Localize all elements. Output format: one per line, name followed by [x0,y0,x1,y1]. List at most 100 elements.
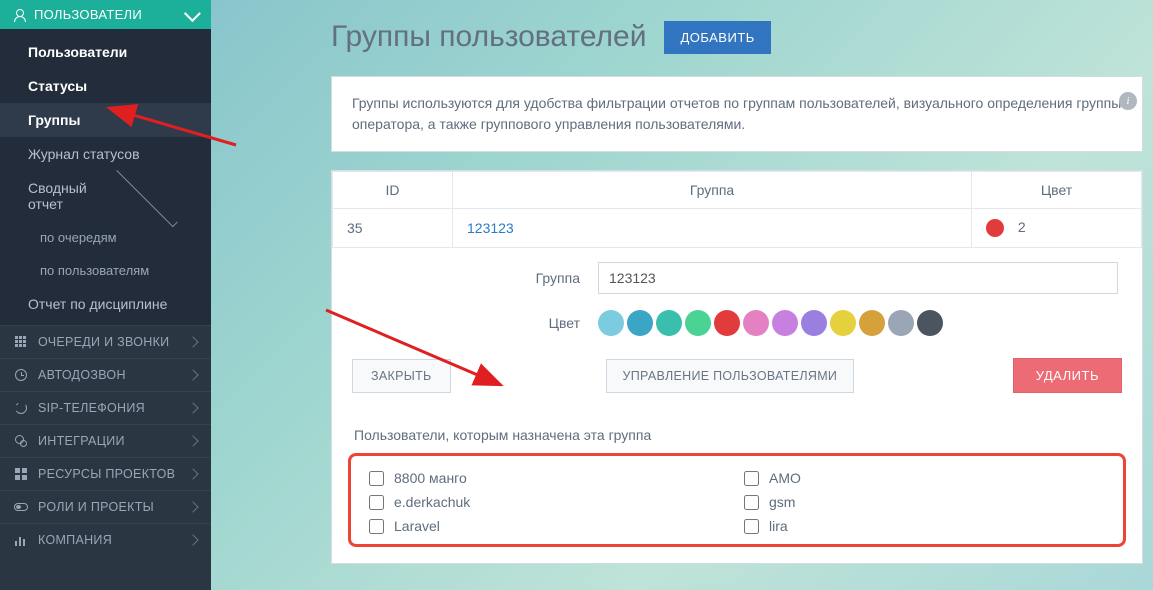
color-swatch[interactable] [801,310,827,336]
sidebar-section-queues[interactable]: ОЧЕРЕДИ И ЗВОНКИ [0,325,211,358]
sidebar-section-integrations[interactable]: ИНТЕГРАЦИИ [0,424,211,457]
sidebar-item-by-queues[interactable]: по очередям [0,221,211,254]
color-swatch[interactable] [772,310,798,336]
form-row-color: Цвет [332,302,1142,344]
sidebar: ПОЛЬЗОВАТЕЛИ Пользователи Статусы Группы… [0,0,211,590]
user-checkbox[interactable] [744,519,759,534]
color-dot [986,219,1004,237]
color-label: Цвет [352,315,580,331]
add-button[interactable]: ДОБАВИТЬ [664,21,770,54]
th-color: Цвет [972,172,1142,209]
page-header: Группы пользователей ДОБАВИТЬ [331,20,1143,54]
sidebar-top-label: ПОЛЬЗОВАТЕЛИ [34,7,177,22]
sidebar-section-label: РЕСУРСЫ ПРОЕКТОВ [38,467,179,481]
color-swatch[interactable] [656,310,682,336]
user-name: lira [769,518,788,534]
sidebar-item-status-log[interactable]: Журнал статусов [0,137,211,171]
user-checkbox[interactable] [369,519,384,534]
user-checkbox-row[interactable]: e.derkachuk [367,490,732,514]
main-content: Группы пользователей ДОБАВИТЬ i Группы и… [211,0,1153,590]
assigned-users-title: Пользователи, которым назначена эта груп… [332,411,1142,453]
sidebar-item-summary-label: Сводный отчет [28,180,107,212]
color-swatch[interactable] [598,310,624,336]
info-icon[interactable]: i [1119,92,1137,110]
group-input[interactable] [598,262,1118,294]
sidebar-section-roles[interactable]: РОЛИ И ПРОЕКТЫ [0,490,211,523]
user-checkbox[interactable] [744,495,759,510]
sidebar-section-autodial[interactable]: АВТОДОЗВОН [0,358,211,391]
user-checkbox[interactable] [369,495,384,510]
sidebar-section-label: КОМПАНИЯ [38,533,179,547]
sidebar-item-groups[interactable]: Группы [0,103,211,137]
user-checkbox-row[interactable]: 8800 манго [367,466,732,490]
user-name: gsm [769,494,795,510]
sidebar-section-company[interactable]: КОМПАНИЯ [0,523,211,556]
color-swatch[interactable] [714,310,740,336]
sidebar-item-by-users[interactable]: по пользователям [0,254,211,287]
user-name: Laravel [394,518,440,534]
chevron-right-icon [187,501,198,512]
th-group: Группа [453,172,972,209]
groups-table: ID Группа Цвет 35 123123 2 [332,171,1142,248]
sidebar-section-label: РОЛИ И ПРОЕКТЫ [38,500,179,514]
user-checkbox[interactable] [744,471,759,486]
sidebar-section-resources[interactable]: РЕСУРСЫ ПРОЕКТОВ [0,457,211,490]
sidebar-section-label: АВТОДОЗВОН [38,368,179,382]
sidebar-item-discipline[interactable]: Отчет по дисциплине [0,287,211,321]
sidebar-section-label: ОЧЕРЕДИ И ЗВОНКИ [38,335,179,349]
user-checkbox-row[interactable]: gsm [742,490,1107,514]
toggle-icon [14,503,28,511]
user-checkbox-row[interactable]: AMO [742,466,1107,490]
chart-icon [14,534,28,546]
assigned-users-box: 8800 манго e.derkachuk Laravel AMO gsm lira [348,453,1126,547]
cell-id: 35 [333,209,453,248]
sidebar-section-sip[interactable]: SIP-ТЕЛЕФОНИЯ [0,391,211,424]
color-swatch[interactable] [830,310,856,336]
sidebar-submenu: Пользователи Статусы Группы Журнал стату… [0,29,211,325]
sidebar-item-statuses[interactable]: Статусы [0,69,211,103]
sidebar-section-label: SIP-ТЕЛЕФОНИЯ [38,401,179,415]
page-title: Группы пользователей [331,20,646,54]
form-buttons: ЗАКРЫТЬ УПРАВЛЕНИЕ ПОЛЬЗОВАТЕЛЯМИ УДАЛИТ… [332,344,1142,411]
table-row[interactable]: 35 123123 2 [333,209,1142,248]
th-id: ID [333,172,453,209]
color-picker [598,310,943,336]
chevron-down-icon [184,5,201,22]
color-swatch[interactable] [917,310,943,336]
color-swatch[interactable] [888,310,914,336]
chevron-down-icon [116,165,178,227]
info-panel: Группы используются для удобства фильтра… [331,76,1143,152]
form-row-group: Группа [332,254,1142,302]
color-swatch[interactable] [627,310,653,336]
close-button[interactable]: ЗАКРЫТЬ [352,359,451,393]
user-checkbox[interactable] [369,471,384,486]
clock-icon [14,369,28,381]
grid2-icon [14,468,28,480]
info-text: Группы используются для удобства фильтра… [332,77,1142,151]
chevron-right-icon [187,435,198,446]
delete-button[interactable]: УДАЛИТЬ [1013,358,1122,393]
user-icon [14,9,26,21]
user-checkbox-row[interactable]: Laravel [367,514,732,538]
group-label: Группа [352,270,580,286]
manage-users-button[interactable]: УПРАВЛЕНИЕ ПОЛЬЗОВАТЕЛЯМИ [606,359,855,393]
chevron-right-icon [187,336,198,347]
chevron-right-icon [187,534,198,545]
group-link[interactable]: 123123 [467,220,514,236]
sidebar-item-users[interactable]: Пользователи [0,35,211,69]
color-swatch[interactable] [685,310,711,336]
user-name: e.derkachuk [394,494,470,510]
color-swatch[interactable] [743,310,769,336]
user-name: 8800 манго [394,470,467,486]
color-swatch[interactable] [859,310,885,336]
chevron-right-icon [187,402,198,413]
cell-group: 123123 [453,209,972,248]
phone-icon [14,402,28,414]
chevron-right-icon [187,369,198,380]
cogs-icon [14,435,28,447]
sidebar-section-label: ИНТЕГРАЦИИ [38,434,179,448]
sidebar-section-users-header[interactable]: ПОЛЬЗОВАТЕЛИ [0,0,211,29]
user-checkbox-row[interactable]: lira [742,514,1107,538]
cell-color: 2 [972,209,1142,248]
sidebar-item-summary[interactable]: Сводный отчет [0,171,211,221]
